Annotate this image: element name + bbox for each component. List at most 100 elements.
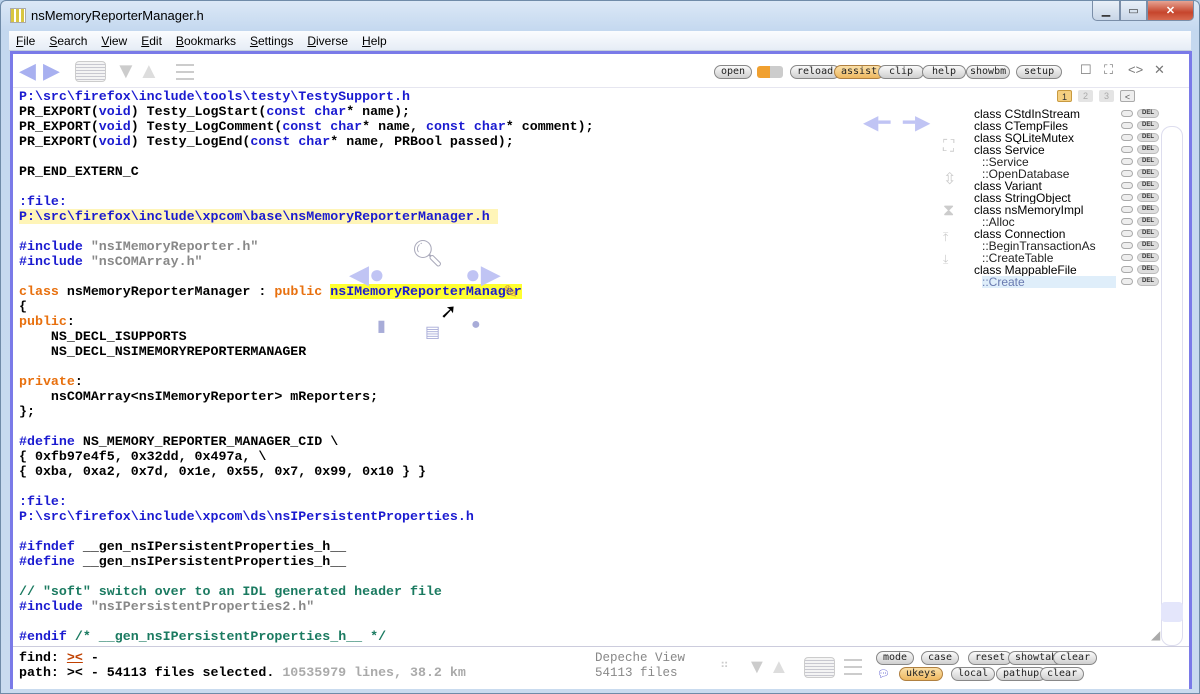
code-line[interactable]: public: [19,314,619,329]
menu-lines-icon[interactable] [176,62,194,81]
grid-icon[interactable]: ⠶ [720,657,729,671]
code-line[interactable] [19,569,619,584]
toggle-icon[interactable] [1121,242,1133,249]
code-line[interactable]: :file: [19,494,619,509]
delete-button[interactable]: DEL [1137,229,1159,238]
outline-item[interactable]: class MappableFile DEL [971,264,1161,276]
code-line[interactable]: #include "nsCOMArray.h" [19,254,619,269]
outline-item[interactable]: ::OpenDatabase DEL [971,168,1161,180]
list-view-icon[interactable] [75,61,106,82]
help-button[interactable]: help [922,65,967,79]
menu-lines-icon[interactable] [844,657,862,676]
left-arrow-icon[interactable]: ◀● [349,259,385,290]
scrollbar-thumb[interactable] [1161,602,1183,622]
toggle-icon[interactable] [1121,194,1133,201]
delete-button[interactable]: DEL [1137,133,1159,142]
hourglass-icon[interactable]: ⧗ [943,202,954,220]
outline-item[interactable]: class CTempFiles DEL [971,120,1161,132]
code-line[interactable]: }; [19,404,619,419]
toggle-icon[interactable] [1121,158,1133,165]
code-line[interactable]: P:\src\firefox\include\tools\testy\Testy… [19,89,619,104]
showbm-button[interactable]: showbm [966,65,1011,79]
delete-button[interactable]: DEL [1137,277,1159,286]
code-view[interactable]: P:\src\firefox\include\tools\testy\Testy… [19,89,619,644]
outline-item[interactable]: ::Alloc DEL [971,216,1161,228]
up-cone-icon[interactable]: ▲ [769,656,789,678]
local-button[interactable]: local [951,667,996,681]
clear-button[interactable]: clear [1053,651,1098,665]
tab-2[interactable]: 2 [1078,90,1093,102]
outline-item[interactable]: class Connection DEL [971,228,1161,240]
tab-1[interactable]: 1 [1057,90,1072,102]
code-line[interactable] [19,269,619,284]
outline-item[interactable]: ::Create DEL [971,276,1161,288]
reload-button[interactable]: reload [790,65,841,79]
pin-icon[interactable]: ● [471,316,481,334]
reset-button[interactable]: reset [968,651,1013,665]
code-line[interactable]: class nsMemoryReporterManager : public n… [19,284,619,299]
delete-button[interactable]: DEL [1137,169,1159,178]
next-arrow-icon[interactable]: ━▶ [903,110,930,135]
list-view-icon[interactable] [804,657,835,678]
menu-item[interactable]: Help [362,34,387,48]
code-line[interactable] [19,149,619,164]
delete-button[interactable]: DEL [1137,181,1159,190]
maximize-button[interactable]: ▭ [1120,1,1147,21]
minimize-button[interactable]: ▁ [1092,1,1120,21]
window-mode-icon[interactable]: ☐ [1080,62,1092,78]
outline-item[interactable]: ::BeginTransactionAs DEL [971,240,1161,252]
code-line[interactable] [19,479,619,494]
code-line[interactable] [19,179,619,194]
path-line[interactable]: path: >< - 54113 files selected. 1053597… [19,665,466,680]
code-line[interactable] [19,419,619,434]
chat-icon[interactable]: 💬︎ [877,669,890,680]
outline-item[interactable]: class Service DEL [971,144,1161,156]
code-line[interactable]: { 0xfb97e4f5, 0x32dd, 0x497a, \ [19,449,619,464]
down-cone-icon[interactable]: ▼ [115,60,137,82]
case-button[interactable]: case [921,651,960,665]
code-line[interactable]: #endif /* __gen_nsIPersistentProperties_… [19,629,619,644]
outline-item[interactable]: ::CreateTable DEL [971,252,1161,264]
find-line[interactable]: find: >< - [19,650,99,665]
toggle-icon[interactable] [1121,254,1133,261]
code-line[interactable]: PR_EXPORT(void) Testy_LogComment(const c… [19,119,619,134]
toggle-icon[interactable] [1121,230,1133,237]
fullscreen-icon[interactable]: ⛶ [1104,62,1113,78]
toggle-icon[interactable] [1121,110,1133,117]
delete-button[interactable]: DEL [1137,241,1159,250]
code-line[interactable]: #ifndef __gen_nsIPersistentProperties_h_… [19,539,619,554]
clear-button[interactable]: clear [1040,667,1085,681]
outline-item[interactable]: ::Service DEL [971,156,1161,168]
code-line[interactable]: #define __gen_nsIPersistentProperties_h_… [19,554,619,569]
menu-item[interactable]: Edit [141,34,162,48]
code-line[interactable] [19,524,619,539]
edit-icon[interactable]: ✎ [503,282,518,303]
outline-item[interactable]: class SQLiteMutex DEL [971,132,1161,144]
outline-item[interactable]: class nsMemoryImpl DEL [971,204,1161,216]
menu-item[interactable]: View [101,34,127,48]
toggle-icon[interactable] [1121,146,1133,153]
code-line[interactable] [19,224,619,239]
code-line[interactable]: NS_DECL_NSIMEMORYREPORTERMANAGER [19,344,619,359]
code-line[interactable]: #include "nsIMemoryReporter.h" [19,239,619,254]
delete-button[interactable]: DEL [1137,205,1159,214]
vertical-scrollbar[interactable] [1161,126,1183,646]
find-value[interactable]: >< [67,650,83,665]
share-icon[interactable]: < [1120,90,1135,102]
menu-item[interactable]: Diverse [307,34,348,48]
code-line[interactable]: #define NS_MEMORY_REPORTER_MANAGER_CID \ [19,434,619,449]
toggle-icon[interactable] [1121,170,1133,177]
toggle-icon[interactable] [1121,278,1133,285]
top-icon[interactable]: ⤒ [943,230,948,245]
code-line[interactable]: private: [19,374,619,389]
outline-item[interactable]: class CStdInStream DEL [971,108,1161,120]
ukeys-button[interactable]: ukeys [899,667,944,681]
search-icon[interactable]: 🔍︎ [411,238,444,269]
menu-item[interactable]: Search [49,34,87,48]
expand-icon[interactable]: ⛶ [943,138,954,156]
menu-item[interactable]: Bookmarks [176,34,236,48]
toggle-icon[interactable] [1121,182,1133,189]
back-icon[interactable]: ◀ [19,60,36,82]
delete-button[interactable]: DEL [1137,109,1159,118]
open-button[interactable]: open [714,65,753,79]
